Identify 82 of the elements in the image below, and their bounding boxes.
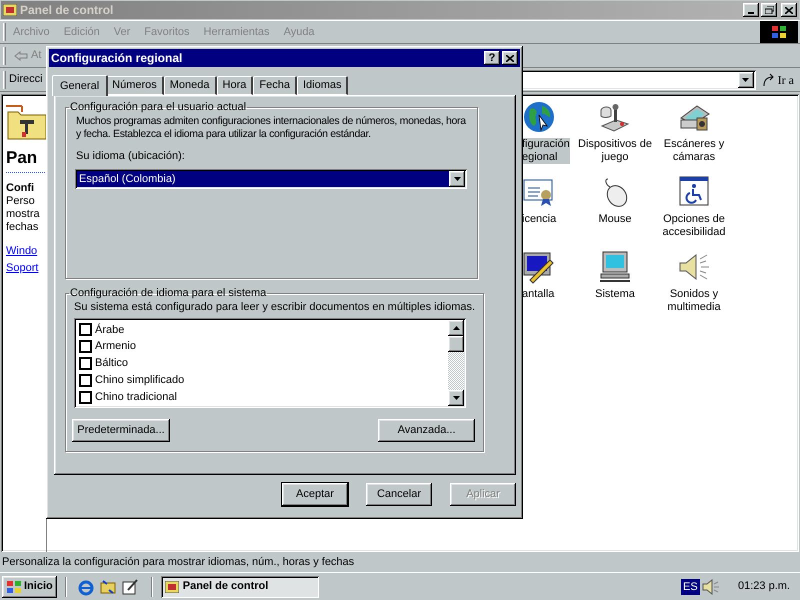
- group-description: Muchos programas admiten configuraciones internacionales de números, monedas, hora y fecha. Establezca el idioma para utilizar la configuración estándar.: [76, 114, 467, 140]
- checkbox[interactable]: [79, 356, 92, 370]
- dropdown-arrow-icon: [454, 177, 460, 181]
- close-button[interactable]: [781, 3, 797, 17]
- icon-label[interactable]: Sistema: [595, 288, 635, 301]
- panel-subheading: Confi: [6, 182, 36, 195]
- close-icon: [506, 54, 514, 62]
- status-text: Personaliza la configuración para mostrar idiomas, núm., horas y fechas: [1, 555, 356, 570]
- icon-label[interactable]: figuración egional: [522, 138, 570, 164]
- checkbox[interactable]: [79, 323, 92, 336]
- dialog-button[interactable]: Cancelar: [366, 483, 432, 506]
- icon-label[interactable]: Sonidos y multimedia: [667, 288, 721, 314]
- dialog-button[interactable]: Aceptar: [282, 483, 348, 506]
- browser-icon[interactable]: [76, 578, 95, 596]
- address-dropdown-button[interactable]: [738, 72, 754, 88]
- language-label[interactable]: Chino tradicional: [95, 388, 177, 406]
- folder-arrows-icon[interactable]: [98, 578, 117, 596]
- help-button[interactable]: ?: [484, 51, 500, 65]
- go-button[interactable]: Ir a: [756, 70, 800, 88]
- restore-icon: [764, 6, 774, 14]
- language-label[interactable]: Armenio: [95, 338, 136, 355]
- scroll-up-arrow-icon: [452, 326, 460, 330]
- address-label: Direcci: [9, 72, 43, 88]
- group-title: Configuración de idioma para el sistema: [69, 286, 268, 301]
- scrollbar[interactable]: [448, 320, 464, 406]
- panel-description-line: Perso: [6, 195, 36, 208]
- panel-description-line: mostra: [6, 208, 41, 221]
- tab[interactable]: Fecha: [253, 76, 297, 95]
- group-button[interactable]: Predeterminada...: [72, 418, 170, 442]
- language-label[interactable]: Chino simplificado: [95, 372, 184, 389]
- tab[interactable]: Idiomas: [296, 76, 348, 95]
- icon-label[interactable]: antalla: [522, 288, 554, 301]
- close-icon: [785, 6, 793, 14]
- globe-icon: [522, 100, 556, 134]
- start-button[interactable]: Inicio: [2, 576, 57, 598]
- checkbox[interactable]: [79, 374, 92, 387]
- icon-label[interactable]: Mouse: [598, 213, 632, 226]
- panel-link[interactable]: Windo: [6, 245, 46, 258]
- dropdown-arrow-icon: [452, 396, 460, 400]
- icon-label[interactable]: Dispositivos de juego: [578, 138, 652, 164]
- dialog-title: Configuración regional: [51, 50, 182, 67]
- group-button[interactable]: Avanzada...: [378, 418, 476, 442]
- icon-label[interactable]: icencia: [522, 213, 556, 226]
- computer-icon: [598, 250, 632, 284]
- panel-link[interactable]: Soport: [6, 262, 46, 275]
- back-arrow-icon: [14, 50, 28, 60]
- taskbar-task[interactable]: Panel de control: [160, 576, 319, 598]
- speaker-icon[interactable]: [702, 578, 720, 594]
- window-title: Panel de control: [20, 2, 114, 19]
- dropdown-button[interactable]: [449, 171, 465, 187]
- group-title: Configuración para el usuario actual: [69, 100, 248, 115]
- windows-logo-icon: [760, 21, 798, 43]
- language-indicator[interactable]: ES: [681, 578, 700, 594]
- tab[interactable]: Números: [106, 76, 164, 95]
- locale-label: Su idioma (ubicación):: [76, 148, 186, 164]
- language-label[interactable]: Báltico: [95, 355, 128, 372]
- language-label[interactable]: Árabe: [95, 322, 124, 338]
- icon-label[interactable]: Escáneres y cámaras: [664, 138, 724, 164]
- desktop-pencil-icon[interactable]: [120, 578, 139, 596]
- clock: 01:23 p.m.: [738, 579, 790, 594]
- scroll-thumb[interactable]: [448, 336, 464, 352]
- go-arrow-icon: [762, 72, 776, 86]
- windows-flag-icon: [6, 580, 22, 594]
- tab[interactable]: Hora: [216, 76, 254, 95]
- minimize-button[interactable]: [743, 3, 759, 17]
- tab[interactable]: Moneda: [164, 76, 217, 95]
- restore-button[interactable]: [761, 3, 777, 17]
- checkbox[interactable]: [79, 340, 92, 354]
- group-description: Su sistema está configurado para leer y escribir documentos en múltiples idiomas.: [74, 300, 476, 314]
- scroll-down-button[interactable]: [448, 390, 464, 406]
- scroll-up-button[interactable]: [448, 320, 464, 336]
- close-button[interactable]: [502, 51, 518, 65]
- control-panel-icon: [3, 4, 17, 16]
- dropdown-arrow-icon: [742, 78, 750, 82]
- icon-label[interactable]: Opciones de accesibilidad: [662, 213, 726, 239]
- panel-heading: Pan: [6, 147, 38, 169]
- locale-dropdown[interactable]: Español (Colombia): [75, 169, 467, 189]
- panel-description-line: fechas: [6, 221, 40, 234]
- monitor-pencil-icon: [522, 250, 556, 284]
- tab[interactable]: General: [52, 75, 108, 96]
- checkbox[interactable]: [79, 390, 92, 404]
- control-panel-icon: [164, 580, 179, 592]
